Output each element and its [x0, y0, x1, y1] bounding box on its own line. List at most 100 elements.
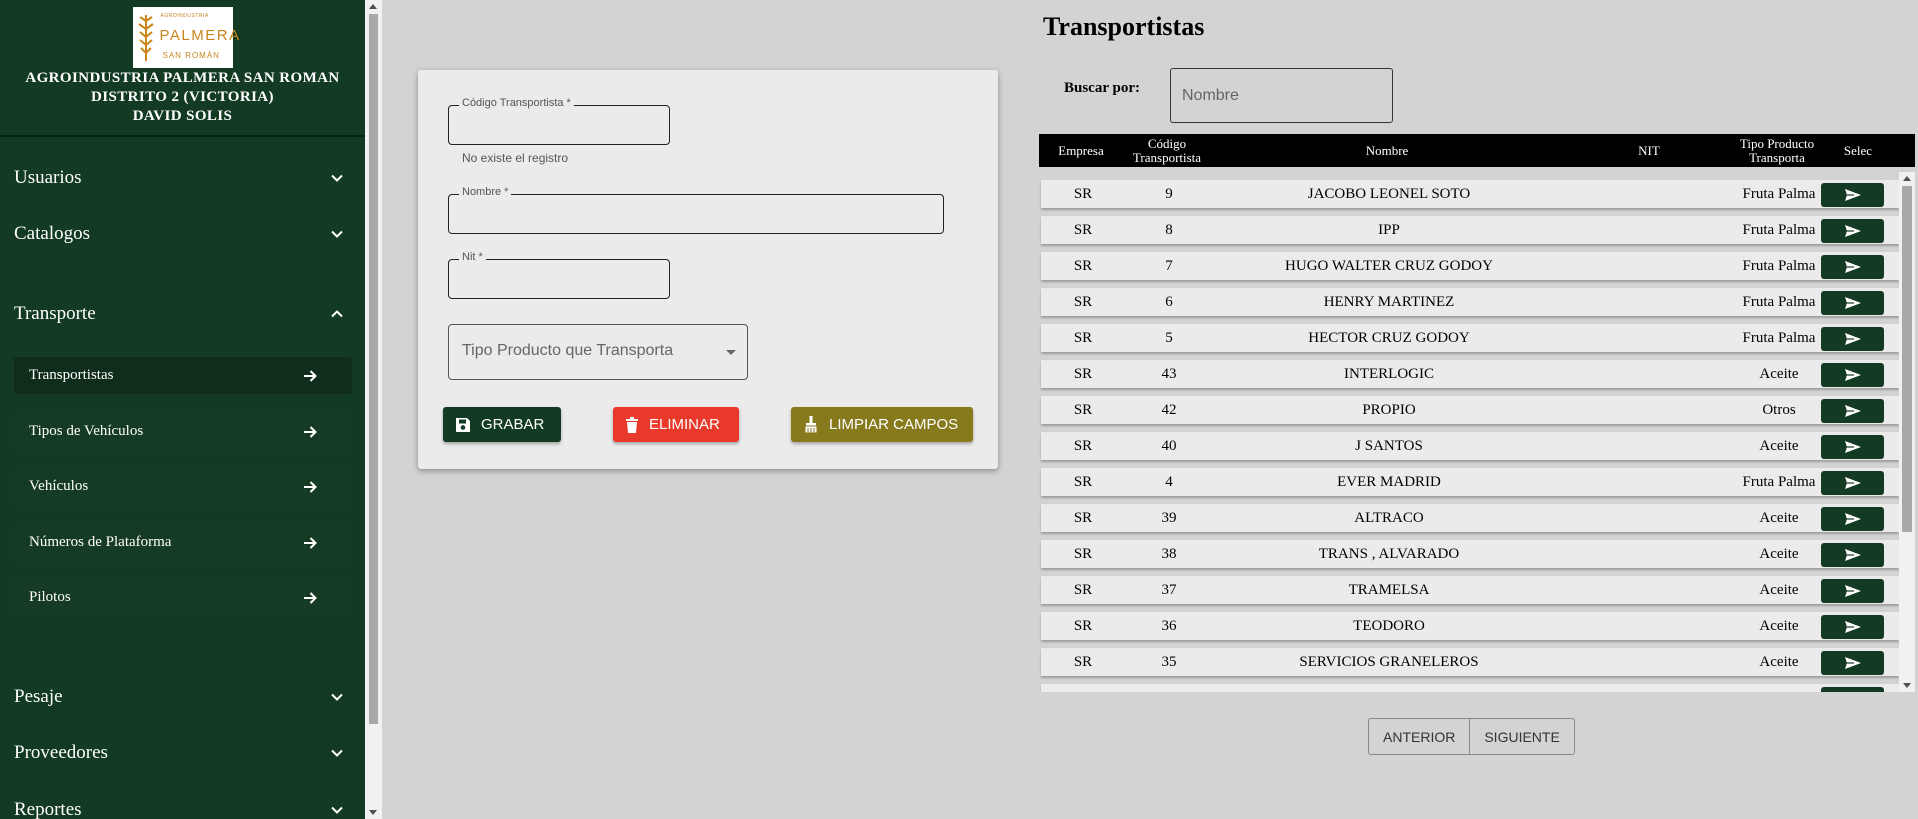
cell-tipo-producto: Otros [1762, 401, 1796, 418]
send-icon [1844, 441, 1861, 453]
menu-section-usuarios[interactable]: Usuarios [0, 153, 365, 203]
cell-tipo-producto: Fruta Palma [1742, 329, 1816, 346]
cell-nit [1601, 360, 1701, 388]
table-row[interactable]: SR 5 HECTOR CRUZ GODOY Fruta Palma [1041, 324, 1899, 352]
cell-empresa: SR [1073, 437, 1093, 454]
scroll-down-icon[interactable] [1903, 683, 1911, 688]
cell-empresa: SR [1073, 401, 1093, 418]
select-row-button[interactable] [1821, 507, 1884, 531]
anterior-button[interactable]: ANTERIOR [1369, 719, 1469, 754]
table-row[interactable]: SR 42 PROPIO Otros [1041, 396, 1899, 424]
scrollbar-thumb[interactable] [1902, 186, 1912, 532]
select-row-button[interactable] [1821, 471, 1884, 495]
table-scrollbar[interactable] [1899, 172, 1915, 692]
siguiente-button[interactable]: SIGUIENTE [1469, 719, 1573, 754]
menu-section-proveedores[interactable]: Proveedores [0, 728, 365, 778]
table-row[interactable]: SR 36 TEODORO Aceite [1041, 612, 1899, 640]
scroll-down-icon[interactable] [369, 810, 377, 815]
sidebar-item-tipos-de-vehiculos[interactable]: Tipos de Vehículos [14, 413, 352, 450]
send-icon [1844, 621, 1861, 633]
table-row[interactable]: SR 7 HUGO WALTER CRUZ GODOY Fruta Palma [1041, 252, 1899, 280]
cell-empresa: SR [1073, 221, 1093, 238]
select-row-button[interactable] [1821, 579, 1884, 603]
cell-codigo: 5 [1165, 329, 1173, 346]
cell-nit [1601, 216, 1701, 244]
sidebar-scrollbar[interactable] [365, 0, 382, 819]
sidebar-item-numeros-de-plataforma[interactable]: Números de Plataforma [14, 524, 352, 561]
cell-empresa: SR [1073, 545, 1093, 562]
table-row[interactable]: SR 6 HENRY MARTINEZ Fruta Palma [1041, 288, 1899, 316]
table-row[interactable]: SR 8 IPP Fruta Palma [1041, 216, 1899, 244]
cell-tipo-producto: Aceite [1759, 617, 1799, 634]
select-row-button[interactable] [1821, 291, 1884, 315]
select-row-button[interactable] [1821, 399, 1884, 423]
table-row[interactable]: SR 38 TRANS , ALVARADO Aceite [1041, 540, 1899, 568]
select-row-button[interactable] [1821, 615, 1884, 639]
table-body: SR 9 JACOBO LEONEL SOTO Fruta Palma SR 8 IPP Fr… [1039, 172, 1899, 692]
codigo-transportista-field[interactable]: Código Transportista * [448, 97, 670, 145]
cell-tipo-producto: Aceite [1759, 581, 1799, 598]
cell-codigo: 38 [1161, 545, 1177, 562]
nombre-field[interactable]: Nombre * [448, 186, 944, 234]
cell-nombre: IPP [1378, 221, 1400, 238]
select-row-button[interactable] [1821, 687, 1884, 692]
select-row-button[interactable] [1821, 219, 1884, 243]
cell-empresa: SR [1073, 653, 1093, 670]
select-row-button[interactable] [1821, 651, 1884, 675]
company-logo: AGROINDUSTRIA PALMERA SAN ROMÁN [132, 7, 239, 68]
scroll-up-icon[interactable] [1903, 176, 1911, 181]
table-row[interactable]: SR 35 SERVICIOS GRANELEROS Aceite [1041, 648, 1899, 676]
table-row[interactable]: SR 40 J SANTOS Aceite [1041, 432, 1899, 460]
cell-codigo: 4 [1165, 473, 1173, 490]
sidebar-item-transportistas[interactable]: Transportistas [14, 357, 352, 394]
scrollbar-thumb[interactable] [369, 14, 378, 724]
table-header: Empresa Código Transportista Nombre NIT … [1039, 134, 1915, 167]
cell-nit [1601, 324, 1701, 352]
select-row-button[interactable] [1821, 255, 1884, 279]
eliminar-button[interactable]: ELIMINAR [613, 407, 739, 442]
select-row-button[interactable] [1821, 543, 1884, 567]
cell-codigo: 39 [1161, 509, 1177, 526]
table-row[interactable]: SR 39 ALTRACO Aceite [1041, 504, 1899, 532]
cell-nit [1601, 612, 1701, 640]
sidebar-item-pilotos[interactable]: Pilotos [14, 579, 352, 616]
table-row[interactable]: SR 4 EVER MADRID Fruta Palma [1041, 468, 1899, 496]
arrow-right-icon [304, 537, 317, 549]
table-row[interactable]: SR 37 TRAMELSA Aceite [1041, 576, 1899, 604]
scroll-up-icon[interactable] [369, 4, 377, 9]
grabar-button[interactable]: GRABAR [443, 407, 561, 442]
menu-section-label: Pesaje [14, 686, 63, 707]
column-header-nit: NIT [1638, 142, 1660, 158]
cell-tipo-producto: Aceite [1759, 509, 1799, 526]
nit-field[interactable]: Nit * [448, 251, 670, 299]
cell-tipo-producto: Aceite [1759, 545, 1799, 562]
cell-nit [1601, 468, 1701, 496]
table-row[interactable]: SR 9 JACOBO LEONEL SOTO Fruta Palma [1041, 180, 1899, 208]
send-icon [1844, 369, 1861, 381]
sidebar-item-vehiculos[interactable]: Vehículos [14, 468, 352, 505]
select-row-button[interactable] [1821, 363, 1884, 387]
select-row-button[interactable] [1821, 183, 1884, 207]
tipo-producto-select[interactable]: Tipo Producto que Transporta [448, 324, 748, 380]
select-row-button[interactable] [1821, 435, 1884, 459]
limpiar-campos-label: LIMPIAR CAMPOS [829, 416, 959, 433]
send-icon [1844, 333, 1861, 345]
limpiar-campos-button[interactable]: LIMPIAR CAMPOS [791, 407, 973, 442]
menu-section-reportes[interactable]: Reportes [0, 785, 365, 819]
cell-nombre: TRANS , ALVARADO [1318, 545, 1460, 562]
table-row[interactable]: SR 43 INTERLOGIC Aceite [1041, 360, 1899, 388]
menu-section-label: Transporte [14, 303, 96, 324]
send-icon [1844, 405, 1861, 417]
select-row-button[interactable] [1821, 327, 1884, 351]
cell-codigo: 36 [1161, 617, 1177, 634]
cell-codigo: 6 [1165, 293, 1173, 310]
table-row[interactable] [1041, 684, 1899, 692]
column-header-selec: Selec [1843, 142, 1873, 158]
sidebar: AGROINDUSTRIA PALMERA SAN ROMÁN AGROINDU… [0, 0, 365, 819]
cell-nombre: INTERLOGIC [1344, 365, 1434, 382]
menu-section-transporte[interactable]: Transporte [0, 289, 365, 339]
menu-section-catalogos[interactable]: Catalogos [0, 209, 365, 259]
search-input[interactable] [1170, 68, 1393, 123]
menu-section-pesaje[interactable]: Pesaje [0, 672, 365, 722]
cell-empresa: SR [1073, 329, 1093, 346]
